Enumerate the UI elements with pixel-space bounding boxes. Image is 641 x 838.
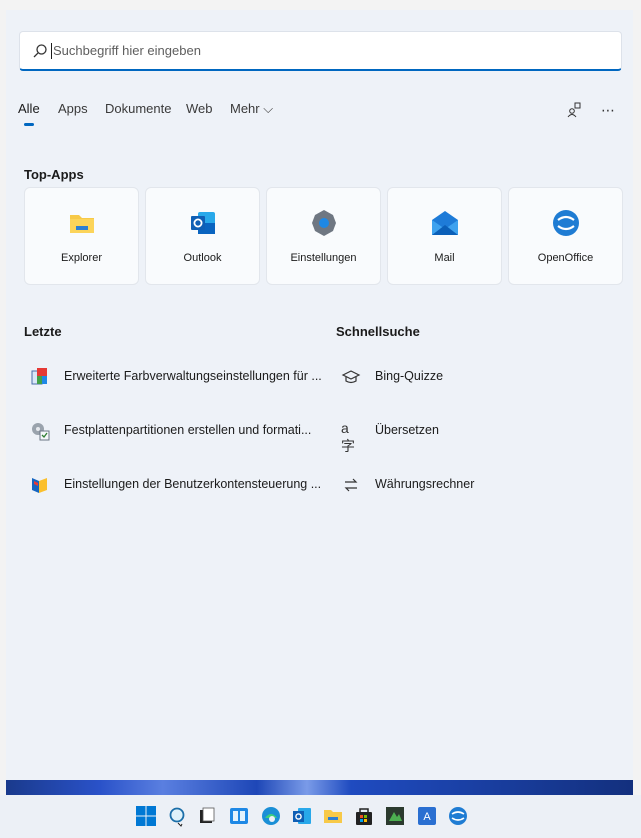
app-tile-label: Einstellungen — [290, 252, 357, 264]
task-view-icon[interactable] — [196, 805, 218, 827]
recent-item[interactable]: Erweiterte Farbverwaltungseinstellungen … — [30, 366, 322, 392]
app-tile-label: Outlook — [183, 252, 222, 264]
app-tile-openoffice[interactable]: OpenOffice — [508, 187, 623, 285]
graduation-cap-icon — [341, 370, 361, 384]
outlook-icon — [191, 212, 215, 234]
quick-search-item[interactable]: Währungsrechner — [341, 474, 541, 500]
openoffice-icon[interactable] — [447, 805, 469, 827]
search-input[interactable]: Suchbegriff hier eingeben — [53, 43, 201, 58]
app-tile-explorer[interactable]: Explorer — [24, 187, 139, 285]
recent-item-label: Erweiterte Farbverwaltungseinstellungen … — [64, 369, 322, 383]
openoffice-icon — [553, 210, 579, 236]
translate-icon: a字 — [341, 420, 355, 454]
quick-search-label: Übersetzen — [375, 423, 439, 437]
app-tile-mail[interactable]: Mail — [387, 187, 502, 285]
tab-web[interactable]: Web — [186, 101, 213, 116]
app-tile-label: Explorer — [61, 252, 102, 264]
app-icon[interactable] — [384, 805, 406, 827]
tab-more[interactable]: Mehr ⌵ — [230, 101, 273, 117]
quick-search-label: Währungsrechner — [375, 477, 475, 491]
recent-item[interactable]: Festplattenpartitionen erstellen und for… — [30, 420, 320, 446]
app-tile-label: OpenOffice — [537, 252, 594, 264]
outlook-icon[interactable] — [291, 805, 313, 827]
gear-icon — [312, 210, 336, 236]
folder-icon[interactable] — [322, 805, 344, 827]
text-editor-icon[interactable]: A — [416, 805, 438, 827]
edge-icon[interactable] — [260, 805, 282, 827]
recent-item-label: Einstellungen der Benutzerkontensteuerun… — [64, 477, 322, 491]
search-icon — [33, 44, 47, 58]
mail-icon — [432, 211, 458, 235]
exchange-icon — [344, 478, 358, 492]
start-icon[interactable] — [135, 805, 157, 827]
widgets-icon[interactable] — [228, 805, 250, 827]
folder-icon — [70, 215, 94, 233]
app-tile-outlook[interactable]: Outlook — [145, 187, 260, 285]
search-box[interactable]: Suchbegriff hier eingeben — [19, 31, 622, 71]
quick-search-heading: Schnellsuche — [336, 324, 420, 339]
taskbar: A — [0, 795, 641, 838]
tab-documents[interactable]: Dokumente — [105, 101, 171, 116]
tab-all[interactable]: Alle — [18, 101, 40, 116]
top-apps-heading: Top-Apps — [24, 167, 84, 182]
text-cursor — [51, 43, 52, 59]
search-panel — [6, 10, 633, 780]
active-tab-indicator — [24, 123, 34, 126]
more-options-icon[interactable]: ⋯ — [601, 102, 615, 119]
disk-management-icon — [32, 423, 50, 441]
app-tile-settings[interactable]: Einstellungen — [266, 187, 381, 285]
quick-search-item[interactable]: a字 Übersetzen — [341, 420, 541, 454]
tab-apps[interactable]: Apps — [58, 101, 88, 116]
uac-flag-icon — [32, 478, 47, 493]
svg-text:A: A — [423, 811, 431, 823]
color-management-icon — [31, 368, 47, 385]
quick-search-label: Bing-Quizze — [375, 369, 444, 383]
accounts-icon[interactable] — [567, 102, 581, 118]
recent-item-label: Festplattenpartitionen erstellen und for… — [64, 423, 312, 437]
store-icon[interactable] — [353, 805, 375, 827]
desktop-wallpaper-strip — [6, 780, 633, 795]
app-tile-label: Mail — [434, 252, 455, 264]
search-icon[interactable] — [166, 805, 188, 827]
quick-search-item[interactable]: Bing-Quizze — [341, 366, 541, 392]
recent-item[interactable]: Einstellungen der Benutzerkontensteuerun… — [30, 474, 322, 500]
recent-heading: Letzte — [24, 324, 62, 339]
